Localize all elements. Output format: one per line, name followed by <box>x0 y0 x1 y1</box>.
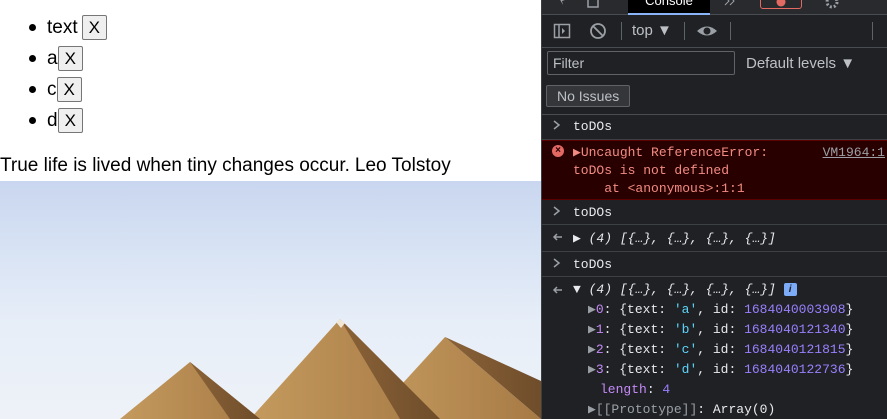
array-entry[interactable]: ▶0: {text: 'a', id: 1684040003908} <box>588 302 853 317</box>
quote-author: Leo Tolstoy <box>354 155 451 176</box>
sidebar-toggle-icon[interactable] <box>553 22 571 40</box>
todo-list: text X a X c X d X <box>0 12 107 136</box>
toolbar-divider <box>730 22 731 40</box>
array-prototype[interactable]: ▶[[Prototype]]: Array(0) <box>588 402 775 417</box>
live-expression-eye-icon[interactable] <box>696 22 718 40</box>
console-input-row: toDOs <box>542 200 887 225</box>
quote-text: True life is lived when tiny changes occ… <box>0 155 350 176</box>
console-error-message: × ▶Uncaught ReferenceError: VM1964:1 toD… <box>542 140 887 200</box>
result-arrow-icon <box>552 231 564 247</box>
console-result-row: ▶ (4) [{…}, {…}, {…}, {…}] <box>542 225 887 252</box>
tab-console[interactable]: Console <box>628 0 710 15</box>
console-expanded-result: ▼ (4) [{…}, {…}, {…}, {…}] i ▶0: {text: … <box>542 277 887 419</box>
pyramids-illustration <box>120 319 541 419</box>
more-tabs-icon[interactable] <box>722 0 736 8</box>
console-toolbar: top ▼ <box>542 15 887 48</box>
console-input-text: toDOs <box>573 119 613 134</box>
toolbar-divider <box>684 22 685 40</box>
delete-todo-button[interactable]: X <box>57 108 83 133</box>
devtools-tab-bar: Console <box>542 0 887 15</box>
info-icon[interactable]: i <box>783 283 797 296</box>
todo-text: a <box>47 47 58 69</box>
array-entry[interactable]: ▶3: {text: 'd', id: 1684040122736} <box>588 362 853 377</box>
log-levels-dropdown[interactable]: Default levels ▼ <box>746 55 855 72</box>
delete-todo-button[interactable]: X <box>56 77 82 102</box>
pyramids-image <box>0 181 541 419</box>
error-line-2: toDOs is not defined <box>573 163 730 178</box>
todo-item: d X <box>29 105 107 136</box>
clear-console-icon[interactable] <box>589 22 607 40</box>
array-summary[interactable]: ▼ (4) [{…}, {…}, {…}, {…}] i <box>573 282 797 297</box>
inspect-element-icon[interactable] <box>556 0 570 8</box>
todo-text: d <box>47 109 58 131</box>
error-source-link[interactable]: VM1964:1 <box>823 145 885 160</box>
devtools-panel: Console top ▼ Default levels ▼ <box>541 0 887 419</box>
error-count-badge[interactable] <box>760 0 802 9</box>
toolbar-divider <box>872 22 873 40</box>
issues-button[interactable]: No Issues <box>546 85 631 107</box>
result-arrow-icon <box>552 284 564 300</box>
array-entry[interactable]: ▶2: {text: 'c', id: 1684040121815} <box>588 342 853 357</box>
array-length: length: 4 <box>600 382 671 397</box>
todo-item: text X <box>29 12 107 43</box>
todo-item: c X <box>29 74 107 105</box>
issues-row: No Issues <box>542 80 887 115</box>
input-chevron-icon <box>552 119 562 135</box>
array-entry[interactable]: ▶1: {text: 'b', id: 1684040121340} <box>588 322 853 337</box>
filter-row: Default levels ▼ <box>542 48 887 80</box>
console-result-text[interactable]: ▶ (4) [{…}, {…}, {…}, {…}] <box>573 231 776 246</box>
quote: True life is lived when tiny changes occ… <box>0 155 456 177</box>
toolbar-divider <box>621 22 622 40</box>
console-input-row: toDOs <box>542 115 887 140</box>
error-line-3: at <anonymous>:1:1 <box>573 181 745 196</box>
console-input-row: toDOs <box>542 252 887 277</box>
console-input-text: toDOs <box>573 257 613 272</box>
input-chevron-icon <box>552 257 562 273</box>
settings-gear-icon[interactable] <box>824 0 839 9</box>
more-options-icon[interactable] <box>860 0 874 8</box>
delete-todo-button[interactable]: X <box>81 15 107 40</box>
todo-item: a X <box>29 43 107 74</box>
filter-input[interactable] <box>547 51 735 75</box>
web-page: text X a X c X d X True life is lived wh… <box>0 0 541 419</box>
console-input-text: toDOs <box>573 205 613 220</box>
delete-todo-button[interactable]: X <box>57 46 83 71</box>
error-line-1[interactable]: ▶Uncaught ReferenceError: <box>573 145 768 160</box>
device-toolbar-icon[interactable] <box>586 0 600 8</box>
error-icon: × <box>552 145 564 157</box>
context-selector[interactable]: top ▼ <box>632 22 672 39</box>
input-chevron-icon <box>552 205 562 221</box>
todo-text: c <box>47 78 57 100</box>
todo-text: text <box>47 16 78 38</box>
